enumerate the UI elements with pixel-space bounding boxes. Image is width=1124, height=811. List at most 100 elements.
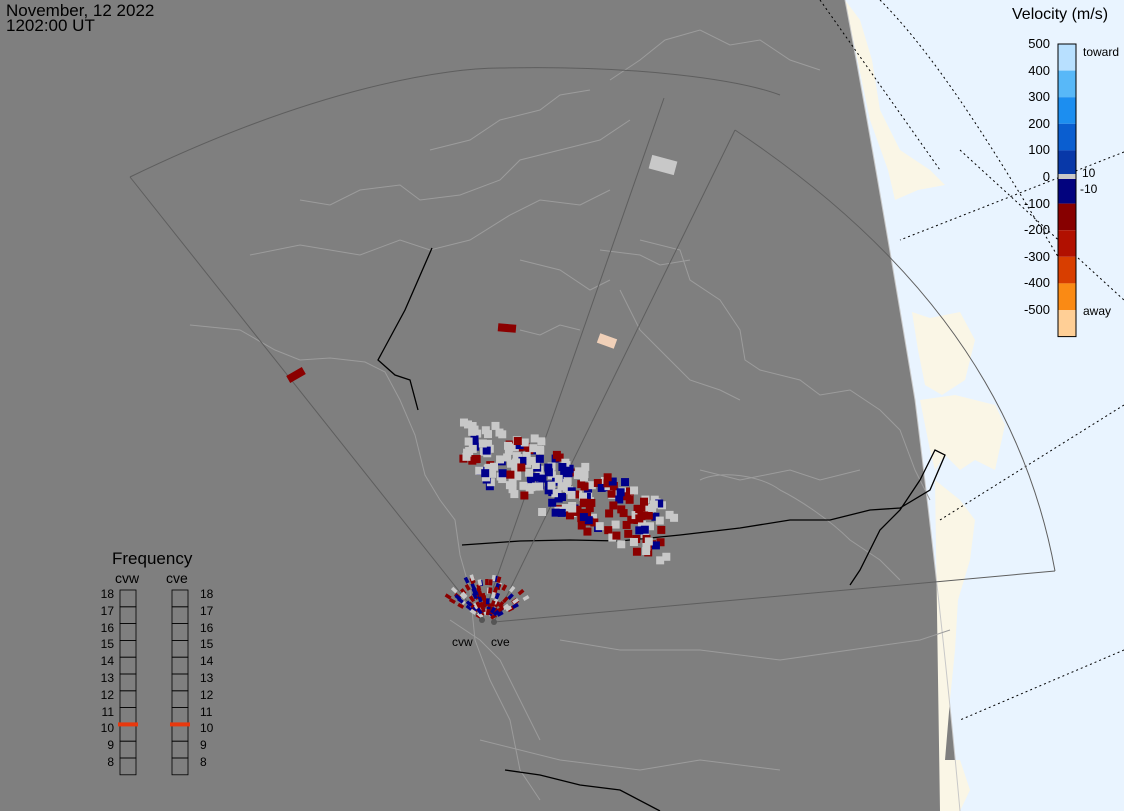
echo-cell xyxy=(603,473,612,482)
radar-map[interactable] xyxy=(0,0,1124,811)
echo-cell xyxy=(554,474,563,483)
echo-cell xyxy=(493,586,499,594)
colorbar-segment xyxy=(1058,70,1076,98)
frequency-level-label: 12 xyxy=(100,687,114,702)
frequency-level-label: 10 xyxy=(200,721,214,736)
echo-cell xyxy=(513,472,522,481)
colorbar-tick: -300 xyxy=(1023,248,1050,264)
time-label: 1202:00 UT xyxy=(6,16,95,35)
echo-cell xyxy=(568,504,577,513)
toward-label: toward xyxy=(1083,45,1120,59)
echo-cell xyxy=(551,508,560,517)
echo-cell xyxy=(655,516,664,525)
echo-cell xyxy=(464,437,473,446)
echo-cell xyxy=(624,529,633,538)
echo-cell xyxy=(656,556,665,565)
frequency-cell-cve xyxy=(171,690,189,708)
echo-cell xyxy=(537,437,546,446)
frequency-level-label: 13 xyxy=(200,671,214,685)
echo-cell xyxy=(612,531,621,540)
frequency-cell-cve xyxy=(171,589,189,608)
echo-cell xyxy=(648,154,678,176)
echo-cell xyxy=(506,470,515,479)
frequency-cell-cve xyxy=(171,740,189,759)
echo-cell xyxy=(286,367,306,383)
echo-cell xyxy=(630,486,639,495)
echo-cell xyxy=(498,469,507,478)
echo-cell xyxy=(544,463,553,472)
echo-cell xyxy=(488,579,493,586)
colorbar-tick: -400 xyxy=(1023,275,1050,291)
frequency-level-label: 8 xyxy=(107,755,114,769)
echo-cell xyxy=(640,525,649,534)
frequency-panel xyxy=(118,589,190,776)
frequency-level-label: 15 xyxy=(200,637,214,652)
frequency-level-label: 18 xyxy=(200,587,214,601)
day-land-maritimes xyxy=(920,395,1005,470)
frequency-level-label: 9 xyxy=(107,738,114,753)
echo-cell xyxy=(552,450,561,459)
echo-cell xyxy=(622,520,631,529)
colorbar-tick: 200 xyxy=(1028,115,1050,131)
echo-cell xyxy=(657,525,666,534)
echo-cell xyxy=(488,469,497,478)
frequency-level-label: 11 xyxy=(200,704,213,719)
echo-cell xyxy=(587,498,596,507)
frequency-cell-cve xyxy=(171,656,189,675)
colorbar-tick: -500 xyxy=(1023,302,1050,317)
velocity-scale-title: Velocity (m/s) xyxy=(1012,6,1109,23)
echo-cell xyxy=(468,427,477,436)
frequency-marker-cve xyxy=(170,722,190,727)
echo-cell xyxy=(504,441,513,450)
echo-cell xyxy=(503,453,512,462)
radar-site-cvw xyxy=(479,617,485,623)
frequency-cell-cvw xyxy=(119,589,137,608)
echo-cell xyxy=(609,501,618,510)
colorbar-segment xyxy=(1058,97,1076,124)
threshold-negative-label: -10 xyxy=(1080,182,1098,196)
coastlines xyxy=(189,29,951,801)
frequency-level-label: 8 xyxy=(200,755,207,769)
frequency-level-label: 11 xyxy=(101,704,114,719)
echo-cell xyxy=(488,587,493,594)
frequency-level-label: 18 xyxy=(100,587,114,601)
frequency-cell-cvw xyxy=(119,707,137,725)
echo-cell xyxy=(644,511,653,520)
echo-cell xyxy=(481,426,490,435)
echo-cell xyxy=(522,594,530,602)
frequency-level-label: 15 xyxy=(100,637,114,652)
echo-cell xyxy=(619,509,628,518)
echo-cell xyxy=(527,483,536,492)
echo-cell xyxy=(670,513,679,522)
echo-cell xyxy=(595,522,604,531)
echo-cell xyxy=(520,491,529,500)
echo-cell xyxy=(482,446,491,455)
echo-cell xyxy=(508,485,517,494)
echo-cell xyxy=(621,478,630,487)
velocity-echoes xyxy=(286,154,679,620)
echo-cell xyxy=(496,455,505,464)
frequency-radar-label-cvw: cvw xyxy=(115,570,140,586)
frequency-cell-cvw xyxy=(119,623,137,641)
echo-cell xyxy=(538,507,547,516)
colorbar-tick: 0 xyxy=(1042,169,1050,184)
echo-cell xyxy=(580,482,589,491)
frequency-cell-cvw xyxy=(119,757,137,776)
colorbar-zero-band xyxy=(1058,174,1076,179)
echo-cell xyxy=(607,489,616,498)
colorbar-tick: 500 xyxy=(1028,36,1050,51)
colorbar-segment xyxy=(1058,230,1076,257)
frequency-level-label: 16 xyxy=(100,620,114,635)
echo-cell xyxy=(637,511,646,520)
echo-cell xyxy=(640,497,649,506)
colorbar-segment xyxy=(1058,123,1076,151)
echo-cell xyxy=(529,444,538,453)
echo-cell xyxy=(605,509,614,518)
echo-cell xyxy=(478,439,487,448)
echo-cell xyxy=(579,498,588,507)
echo-cell xyxy=(463,576,470,584)
frequency-cell-cve xyxy=(171,673,189,692)
away-label: away xyxy=(1083,304,1112,318)
colorbar-segment xyxy=(1058,44,1076,71)
echo-cell xyxy=(501,584,508,592)
